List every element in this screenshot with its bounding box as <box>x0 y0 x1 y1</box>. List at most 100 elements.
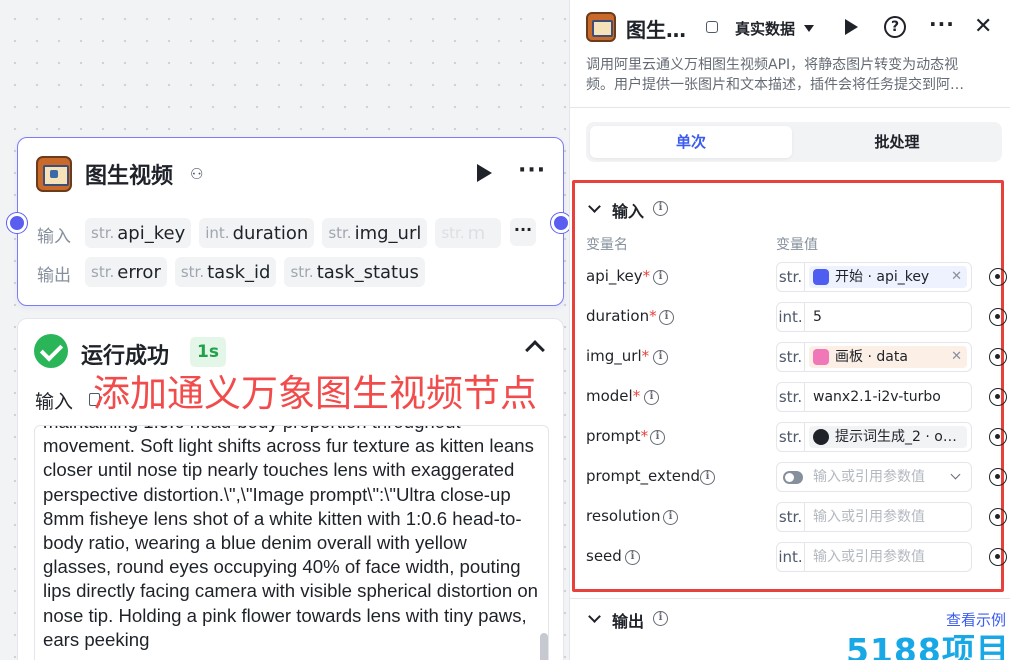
run-result-panel: 运行成功 1s 添加通义万象图生视频节点 输入 maintaining 1:0.… <box>17 318 564 660</box>
info-icon: i <box>653 201 668 216</box>
node-output-chip: str. task_id <box>174 257 277 287</box>
plugin-description: 调用阿里云通义万相图生视频API，将静态图片转变为动态视 频。用户提供一张图片和… <box>586 57 964 93</box>
tab-single[interactable]: 单次 <box>590 126 792 158</box>
help-icon[interactable]: ? <box>884 16 906 38</box>
param-value-select[interactable]: 输入或引用参数值 <box>776 462 972 492</box>
plugin-node-card[interactable]: 图生视频 ⚇ ··· 输入 str. api_key int. duration s… <box>17 137 564 306</box>
node-output-chip: str. error <box>85 257 167 287</box>
annotation-caption: 添加通义万象图生视频节点 <box>93 372 537 415</box>
param-row-model: model* i str. wanx2.1-i2v-turbo <box>586 382 1007 412</box>
node-input-chip: str. img_url <box>322 218 428 248</box>
reference-variable-icon[interactable] <box>989 308 1007 326</box>
plugin-image-icon <box>586 12 616 42</box>
run-input-content: maintaining 1:0.6 head-body proportion t… <box>43 426 539 650</box>
node-more-button[interactable]: ··· <box>518 158 546 183</box>
run-mode-tabs: 单次 批处理 <box>586 122 1002 162</box>
node-input-chip: int. duration <box>199 218 315 248</box>
close-icon[interactable]: ✕ <box>974 14 992 39</box>
panel-title: 图生… <box>626 18 686 42</box>
param-value: 5 <box>813 309 822 325</box>
param-name: prompt* <box>586 427 649 445</box>
chevron-down-icon[interactable] <box>588 610 601 623</box>
plugin-badge-icon: ⚇ <box>190 165 204 183</box>
run-input-label: 输入 <box>35 391 74 413</box>
tab-batch[interactable]: 批处理 <box>796 126 998 158</box>
remove-reference-icon[interactable]: ✕ <box>951 346 962 368</box>
node-input-list: str. api_key int. duration str. img_url str… <box>85 218 502 248</box>
reference-variable-icon[interactable] <box>989 468 1007 486</box>
chevron-down-icon[interactable] <box>950 469 961 480</box>
collapse-chevron-icon[interactable] <box>525 340 545 360</box>
reference-variable-icon[interactable] <box>989 428 1007 446</box>
param-row-resolution: resolution i str. 输入或引用参数值 <box>586 502 1007 532</box>
divider <box>570 107 1010 108</box>
param-row-duration: duration* i int. 5 <box>586 302 1007 332</box>
more-inputs-button[interactable]: ··· <box>510 218 536 246</box>
param-row-seed: seed i int. 输入或引用参数值 <box>586 542 1007 572</box>
node-input-chip: str. api_key <box>85 218 192 248</box>
param-name: api_key* <box>586 267 651 285</box>
param-row-img-url: img_url* i str. 画板 · data ✕ <box>586 342 1007 372</box>
reference-variable-icon[interactable] <box>989 348 1007 366</box>
canvas-node-icon <box>813 349 829 365</box>
reference-variable-icon[interactable] <box>989 548 1007 566</box>
node-title: 图生视频 <box>85 164 174 189</box>
panel-more-button[interactable]: ··· <box>929 12 955 36</box>
output-section-title: 输出 <box>612 612 645 631</box>
node-input-label: 输入 <box>37 227 71 247</box>
divider <box>570 598 1010 599</box>
param-value-field[interactable]: str. 输入或引用参数值 <box>776 502 972 532</box>
param-value-field[interactable]: int. 5 <box>776 302 972 332</box>
info-icon: i <box>653 270 668 285</box>
param-row-api-key: api_key* i str. 开始 · api_key ✕ <box>586 262 1007 292</box>
run-input-textbox[interactable]: maintaining 1:0.6 head-body proportion t… <box>34 425 549 660</box>
param-name: seed <box>586 547 622 565</box>
node-input-chip: str. m <box>435 218 502 248</box>
node-output-chip: str. task_status <box>284 257 425 287</box>
node-output-label: 输出 <box>37 266 71 286</box>
param-value: wanx2.1-i2v-turbo <box>813 389 941 405</box>
chevron-down-icon[interactable] <box>804 25 814 32</box>
variable-reference-tag[interactable]: 开始 · api_key ✕ <box>809 266 967 288</box>
info-icon: i <box>650 430 665 445</box>
node-output-list: str. error str. task_id str. task_status <box>85 257 425 287</box>
site-watermark: 5188项目网 <box>846 631 1010 660</box>
param-name: resolution <box>586 507 661 525</box>
node-output-port[interactable] <box>551 213 571 233</box>
param-value-field[interactable]: str. wanx2.1-i2v-turbo <box>776 382 972 412</box>
param-name: model* <box>586 387 641 405</box>
boolean-toggle[interactable] <box>783 471 803 484</box>
data-mode-select[interactable]: 真实数据 <box>735 18 795 39</box>
info-icon: i <box>663 510 678 525</box>
info-icon: i <box>653 350 668 365</box>
node-run-button[interactable] <box>477 164 492 182</box>
remove-reference-icon[interactable]: ✕ <box>951 266 962 288</box>
column-header-name: 变量名 <box>586 237 628 253</box>
variable-reference-tag[interactable]: 提示词生成_2 · o… <box>809 426 967 448</box>
info-icon: i <box>644 390 659 405</box>
info-icon: i <box>625 550 640 565</box>
reference-variable-icon[interactable] <box>989 508 1007 526</box>
variable-reference-tag[interactable]: 画板 · data ✕ <box>809 346 967 368</box>
info-icon: i <box>659 310 674 325</box>
node-test-panel: 图生… 真实数据 ? ··· ✕ 调用阿里云通义万相图生视频API，将静态图片转… <box>569 0 1010 660</box>
reference-variable-icon[interactable] <box>989 388 1007 406</box>
database-icon <box>706 21 718 33</box>
param-value-field[interactable]: str. 画板 · data ✕ <box>776 342 972 372</box>
input-section-title: 输入 <box>612 202 645 221</box>
reference-variable-icon[interactable] <box>989 268 1007 286</box>
param-value-field[interactable]: str. 开始 · api_key ✕ <box>776 262 972 292</box>
start-node-icon <box>813 269 829 285</box>
param-row-prompt: prompt* i str. 提示词生成_2 · o… <box>586 422 1007 452</box>
column-header-value: 变量值 <box>776 237 818 253</box>
info-icon: i <box>700 470 715 485</box>
param-name: duration* <box>586 307 657 325</box>
param-name: img_url* <box>586 347 650 365</box>
info-icon: i <box>653 611 668 626</box>
node-input-port[interactable] <box>7 213 27 233</box>
panel-run-button[interactable] <box>845 19 858 35</box>
param-value-field[interactable]: int. 输入或引用参数值 <box>776 542 972 572</box>
textbox-scrollbar[interactable] <box>540 633 548 660</box>
param-value-field[interactable]: str. 提示词生成_2 · o… <box>776 422 972 452</box>
plugin-image-icon <box>36 156 72 192</box>
